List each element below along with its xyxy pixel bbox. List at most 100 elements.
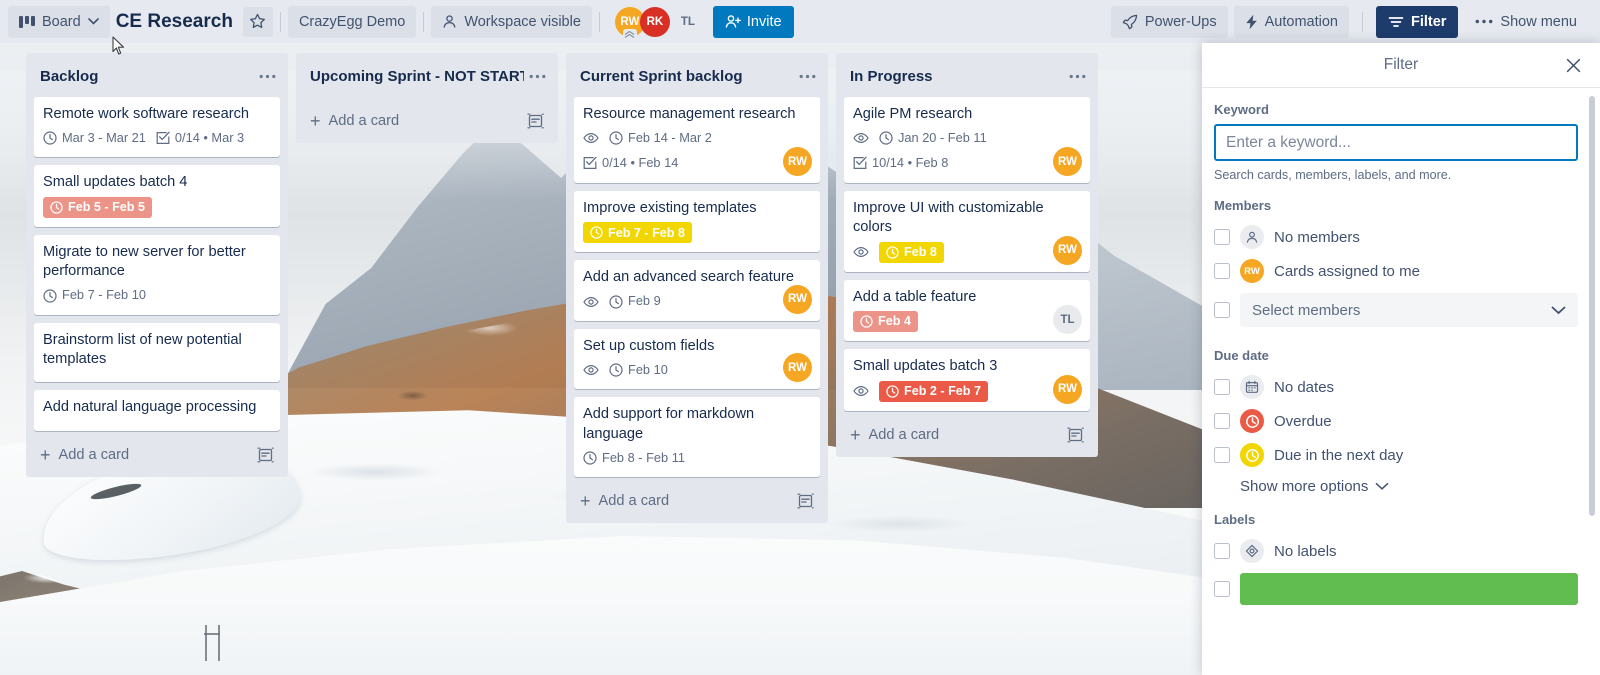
avatar-rk[interactable]: RK: [639, 6, 670, 37]
card[interactable]: Agile PM research Jan 20 - Feb 11 10/14 …: [844, 97, 1090, 183]
card[interactable]: Remote work software research Mar 3 - Ma…: [34, 97, 280, 158]
avatar-rw-status-icon: [622, 28, 637, 40]
avatar-tl-initials: TL: [680, 15, 695, 28]
filter-panel-scrollbar[interactable]: [1589, 96, 1595, 516]
checkbox-overdue[interactable]: [1214, 413, 1230, 429]
avatar[interactable]: RW: [783, 353, 812, 383]
chevron-down-icon: [1551, 306, 1566, 315]
due-date-badge[interactable]: Feb 7 - Feb 8: [583, 222, 692, 244]
show-more-options-button[interactable]: Show more options: [1240, 478, 1389, 495]
checkbox-no-members[interactable]: [1214, 229, 1230, 245]
avatar-rk-initials: RK: [646, 15, 664, 28]
card-badges-row2: 10/14 • Feb 8: [853, 153, 1081, 173]
show-menu-button[interactable]: Show menu: [1464, 6, 1588, 38]
card[interactable]: Add support for markdown language Feb 8 …: [574, 397, 820, 478]
star-icon[interactable]: [242, 6, 273, 37]
ellipsis-icon: [1475, 19, 1493, 24]
due-date-text: Feb 8: [904, 245, 937, 260]
checkbox-select-members[interactable]: [1214, 302, 1230, 318]
list-menu-icon[interactable]: [794, 63, 820, 89]
avatar[interactable]: RW: [783, 284, 812, 314]
card[interactable]: Migrate to new server for better perform…: [34, 234, 280, 315]
list-menu-icon[interactable]: [1064, 63, 1090, 89]
due-date-badge[interactable]: Feb 4: [853, 311, 918, 333]
filter-button[interactable]: Filter: [1375, 5, 1459, 38]
header-right-actions: Power-Ups Automation Filter Show menu: [1110, 5, 1592, 38]
due-date-badge[interactable]: Feb 8 - Feb 11: [583, 449, 685, 467]
card-template-icon[interactable]: [797, 493, 814, 509]
keyword-label: Keyword: [1214, 102, 1269, 117]
power-ups-button[interactable]: Power-Ups: [1110, 5, 1228, 38]
search-input[interactable]: [1214, 124, 1578, 161]
card-template-icon[interactable]: [1067, 427, 1084, 443]
due-date-badge[interactable]: Feb 5 - Feb 5: [43, 196, 152, 218]
add-card-label: Add a card: [598, 493, 670, 510]
list-title[interactable]: In Progress: [850, 68, 1064, 85]
automation-button[interactable]: Automation: [1233, 5, 1349, 38]
card-template-icon[interactable]: [527, 113, 544, 129]
card-title: Migrate to new server for better perform…: [43, 243, 246, 280]
due-date-badge[interactable]: Feb 7 - Feb 10: [43, 287, 146, 305]
due-date-text: Feb 10: [628, 361, 668, 377]
workspace-name-button[interactable]: CrazyEgg Demo: [287, 5, 417, 38]
card-template-icon[interactable]: [257, 447, 274, 463]
filter-option-cards-assigned-to-me[interactable]: RW Cards assigned to me: [1214, 254, 1578, 288]
add-card-button[interactable]: + Add a card: [34, 439, 280, 471]
workspace-visible-icon: [442, 14, 457, 29]
avatar-initials: RW: [788, 361, 807, 374]
card[interactable]: Small updates batch 3 Feb 2 - Feb 7 RW: [844, 349, 1090, 411]
add-card-button[interactable]: + Add a card: [574, 485, 820, 517]
list-menu-icon[interactable]: [524, 63, 550, 89]
filter-option-due-next-day[interactable]: Due in the next day: [1214, 438, 1578, 472]
due-date-badge[interactable]: Feb 9: [609, 293, 661, 311]
card[interactable]: Improve existing templates Feb 7 - Feb 8: [574, 191, 820, 253]
label-swatch-green[interactable]: [1240, 573, 1578, 605]
checkbox-no-dates[interactable]: [1214, 379, 1230, 395]
close-icon[interactable]: [1560, 52, 1586, 78]
card[interactable]: Set up custom fields Feb 10 RW: [574, 328, 820, 390]
due-date-badge[interactable]: Feb 8: [879, 241, 944, 263]
card[interactable]: Small updates batch 4 Feb 5 - Feb 5: [34, 165, 280, 227]
avatar[interactable]: RW: [1053, 374, 1082, 404]
filter-option-no-labels[interactable]: No labels: [1214, 534, 1578, 568]
filter-option-overdue[interactable]: Overdue: [1214, 404, 1578, 438]
invite-button[interactable]: Invite: [712, 5, 794, 38]
due-date-badge[interactable]: Feb 10: [609, 361, 668, 379]
avatar[interactable]: RW: [1053, 235, 1082, 265]
add-card-button[interactable]: + Add a card: [844, 419, 1090, 451]
avatar[interactable]: RW: [1053, 147, 1082, 176]
board-switcher-button[interactable]: Board: [8, 5, 110, 38]
card[interactable]: Add a table feature Feb 4 TL: [844, 279, 1090, 342]
list-title[interactable]: Backlog: [40, 68, 254, 85]
filter-option-no-members[interactable]: No members: [1214, 220, 1578, 254]
clock-icon: [43, 131, 57, 146]
avatar-tl[interactable]: TL: [673, 7, 703, 37]
select-members-dropdown[interactable]: Select members: [1240, 293, 1578, 327]
add-card-button[interactable]: + Add a card: [304, 105, 550, 137]
card-title: Add an advanced search feature: [583, 269, 794, 286]
filter-option-no-dates[interactable]: No dates: [1214, 370, 1578, 404]
avatar-initials: RW: [788, 155, 807, 168]
due-date-badge[interactable]: Jan 20 - Feb 11: [879, 129, 987, 147]
list-menu-icon[interactable]: [254, 63, 280, 89]
card[interactable]: Improve UI with customizable colors Feb …: [844, 191, 1090, 272]
avatar[interactable]: TL: [1053, 305, 1082, 335]
list-title[interactable]: Upcoming Sprint - NOT STARTED: [310, 68, 524, 85]
filter-option-label-green[interactable]: [1214, 568, 1578, 610]
checklist-text: 0/14 • Mar 3: [174, 130, 245, 145]
card[interactable]: Brainstorm list of new potential templat…: [34, 322, 280, 383]
list-title[interactable]: Current Sprint backlog: [580, 68, 794, 85]
due-date-badge[interactable]: Feb 14 - Mar 2: [609, 129, 712, 147]
card[interactable]: Resource management research Feb 14 - Ma…: [574, 97, 820, 183]
card[interactable]: Add natural language processing: [34, 390, 280, 431]
checkbox-cards-assigned-to-me[interactable]: [1214, 263, 1230, 279]
visibility-button[interactable]: Workspace visible: [431, 5, 592, 38]
checkbox-label-green[interactable]: [1214, 581, 1230, 597]
checkbox-due-next-day[interactable]: [1214, 447, 1230, 463]
card[interactable]: Add an advanced search feature Feb 9 RW: [574, 260, 820, 321]
avatar[interactable]: RW: [783, 147, 812, 176]
filter-option-select-members[interactable]: Select members: [1214, 288, 1578, 332]
due-date-badge[interactable]: Feb 2 - Feb 7: [879, 380, 988, 402]
due-date-badge[interactable]: Mar 3 - Mar 21: [43, 129, 146, 147]
checkbox-no-labels[interactable]: [1214, 543, 1230, 559]
